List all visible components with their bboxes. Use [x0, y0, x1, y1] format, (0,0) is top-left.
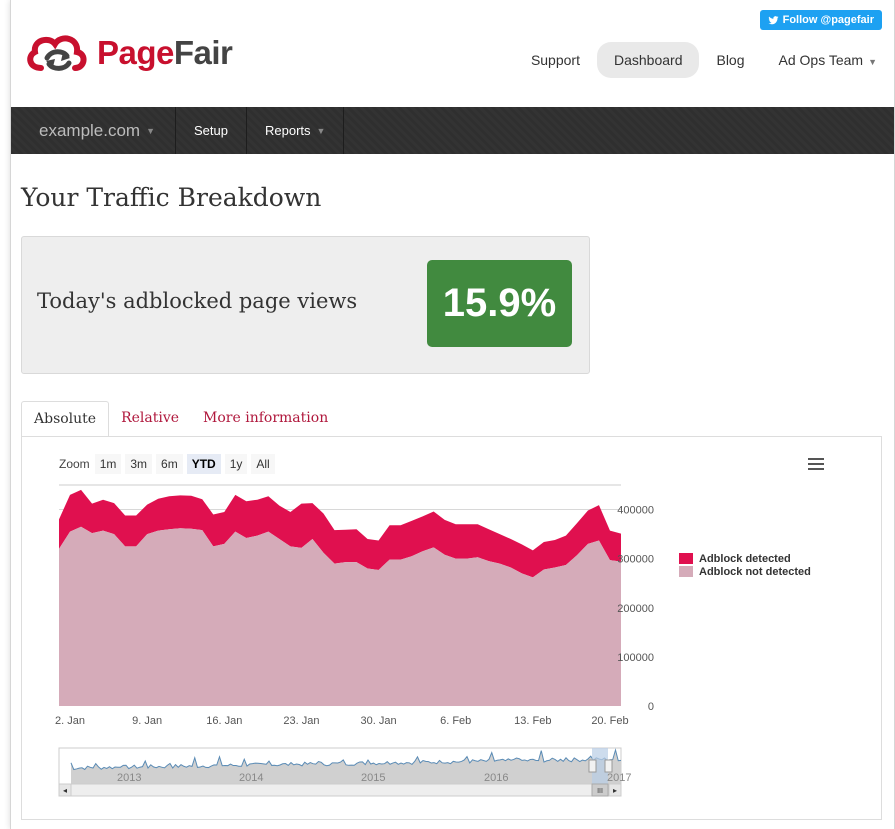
- x-tick-label: 9. Jan: [132, 715, 162, 727]
- y-tick-label: 100000: [617, 652, 654, 664]
- navigator-year-label: 2016: [484, 772, 508, 784]
- legend-label: Adblock detected: [699, 552, 791, 565]
- x-tick-label: 2. Jan: [55, 715, 85, 727]
- chart-legend: Adblock detected Adblock not detected: [679, 552, 811, 578]
- legend-label: Adblock not detected: [699, 565, 811, 578]
- legend-item-detected[interactable]: Adblock detected: [679, 552, 811, 565]
- x-tick-label: 23. Jan: [283, 715, 319, 727]
- navigator-year-label: 2015: [361, 772, 385, 784]
- legend-swatch: [679, 553, 693, 564]
- navigator-handle[interactable]: [588, 759, 597, 773]
- x-tick-label: 6. Feb: [440, 715, 471, 727]
- navigator-year-label: 2014: [239, 772, 263, 784]
- y-tick-label: 0: [648, 701, 654, 713]
- navigator-handle[interactable]: [604, 759, 613, 773]
- navigator-year-label: 2017: [607, 772, 631, 784]
- scrollbar-grip: III: [597, 788, 603, 795]
- traffic-chart: 400000 300000 200000 100000 0 2. Jan 9. Jan 16.…: [55, 484, 654, 797]
- plot-area: 400000 300000 200000 100000 0 2. Jan 9. Jan 16.…: [55, 484, 654, 727]
- navigator: 2013 2014 2015 2016 2017 ◂ III ▸: [58, 747, 631, 797]
- x-tick-label: 30. Jan: [361, 715, 397, 727]
- page-frame: Follow @pagefair PageFair Support Dashbo…: [10, 0, 895, 829]
- y-tick-label: 200000: [617, 603, 654, 615]
- legend-swatch: [679, 566, 693, 577]
- legend-item-not-detected[interactable]: Adblock not detected: [679, 565, 811, 578]
- navigator-year-label: 2013: [117, 772, 141, 784]
- scroll-right-icon: ▸: [613, 786, 617, 795]
- y-tick-label: 400000: [617, 505, 654, 517]
- x-tick-label: 16. Jan: [206, 715, 242, 727]
- x-tick-label: 20. Feb: [591, 715, 628, 727]
- x-tick-label: 13. Feb: [514, 715, 551, 727]
- scrollbar-track[interactable]: [58, 783, 622, 797]
- y-tick-label: 300000: [617, 554, 654, 566]
- scroll-left-icon: ◂: [63, 786, 67, 795]
